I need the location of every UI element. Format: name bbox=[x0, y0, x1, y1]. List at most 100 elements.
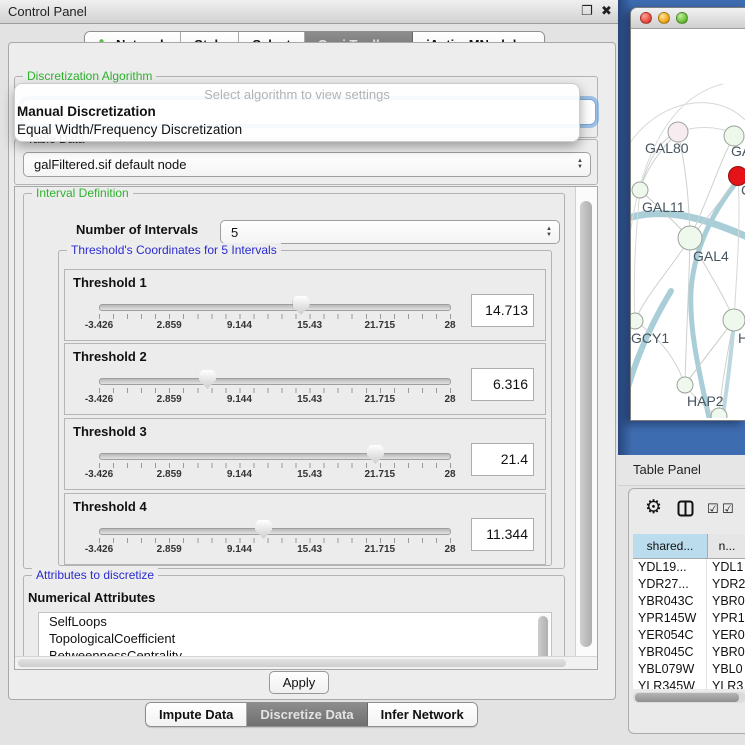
checkbox-icon[interactable]: ☑ bbox=[707, 502, 719, 516]
slider-thumb[interactable] bbox=[255, 520, 272, 539]
attribute-list-item[interactable]: SelfLoops bbox=[39, 613, 551, 630]
network-node-gal11[interactable] bbox=[632, 182, 648, 198]
cell-name: YBR0 bbox=[707, 593, 745, 610]
cell-name: YBL0 bbox=[707, 661, 745, 678]
cell-name: YLR3 bbox=[707, 678, 745, 689]
table-row[interactable]: YBR045CYBR0 bbox=[633, 644, 745, 661]
threshold-label: Threshold 2 bbox=[73, 349, 147, 364]
thresholds-group: Threshold's Coordinates for 5 Intervals … bbox=[58, 250, 552, 566]
tab-label: Infer Network bbox=[381, 703, 464, 726]
table-row[interactable]: YPR145WYPR1 bbox=[633, 610, 745, 627]
network-edge-thick[interactable] bbox=[691, 179, 739, 418]
slider-track[interactable] bbox=[99, 304, 451, 311]
column-header-name[interactable]: n... bbox=[708, 534, 745, 558]
scale-tick-label: 9.144 bbox=[227, 320, 252, 331]
scale-tick-label: -3.426 bbox=[85, 394, 113, 405]
network-edge[interactable] bbox=[634, 190, 640, 321]
gear-icon[interactable]: ⚙ bbox=[645, 497, 662, 519]
algorithm-option[interactable]: Equal Width/Frequency Discretization bbox=[15, 121, 579, 139]
num-intervals-label: Number of Intervals bbox=[76, 222, 198, 237]
tab-label: Discretize Data bbox=[260, 703, 353, 726]
mac-zoom-button[interactable] bbox=[676, 12, 688, 24]
network-node-hap2[interactable] bbox=[677, 377, 693, 393]
cell-name: YBR0 bbox=[707, 644, 745, 661]
scale-tick-label: 9.144 bbox=[227, 544, 252, 555]
network-node-gcy1[interactable] bbox=[631, 313, 643, 329]
split-view-icon[interactable] bbox=[677, 500, 694, 522]
cell-name: YDR2 bbox=[707, 576, 745, 593]
scale-tick-label: 28 bbox=[444, 394, 455, 405]
slider-scale: -3.4262.8599.14415.4321.71528 bbox=[99, 469, 450, 482]
scale-tick-label: 2.859 bbox=[157, 394, 182, 405]
table-panel-titlebar: Table Panel bbox=[618, 455, 745, 486]
scale-tick-label: -3.426 bbox=[85, 544, 113, 555]
scale-tick-label: 9.144 bbox=[227, 469, 252, 480]
cyni-mode-tabs: Impute Data Discretize Data Infer Network bbox=[145, 702, 478, 727]
settings-horizontal-scrollbar[interactable] bbox=[15, 656, 597, 669]
network-node-label: C bbox=[741, 182, 745, 198]
table-row[interactable]: YER054CYER0 bbox=[633, 627, 745, 644]
slider-track[interactable] bbox=[99, 453, 451, 460]
table-row[interactable]: YDL19...YDL1 bbox=[633, 559, 745, 576]
slider-thumb[interactable] bbox=[367, 445, 384, 464]
threshold-value-field[interactable]: 6.316 bbox=[471, 368, 534, 401]
cell-name: YPR1 bbox=[707, 610, 745, 627]
network-node-gal4[interactable] bbox=[678, 226, 702, 250]
tab-label: Impute Data bbox=[159, 703, 233, 726]
tab-infer-network[interactable]: Infer Network bbox=[368, 703, 477, 726]
apply-button[interactable]: Apply bbox=[269, 671, 329, 694]
close-icon[interactable]: ✖ bbox=[601, 3, 612, 19]
slider-track[interactable] bbox=[99, 528, 451, 535]
cell-shared-name: YDR27... bbox=[633, 576, 707, 593]
mac-close-button[interactable] bbox=[640, 12, 652, 24]
threshold-value-field[interactable]: 14.713 bbox=[471, 294, 534, 327]
scale-tick-label: 28 bbox=[444, 544, 455, 555]
cell-shared-name: YPR145W bbox=[633, 610, 707, 627]
network-node-h[interactable] bbox=[723, 309, 745, 331]
table-header-row: shared... n... bbox=[633, 534, 745, 559]
tab-impute-data[interactable]: Impute Data bbox=[146, 703, 247, 726]
threshold-label: Threshold 4 bbox=[73, 499, 147, 514]
node-table[interactable]: shared... n... YDL19...YDL1YDR27...YDR2Y… bbox=[633, 534, 745, 689]
table-panel-title: Table Panel bbox=[633, 462, 701, 477]
table-data-value: galFiltered.sif default node bbox=[24, 157, 577, 172]
cell-shared-name: YBR045C bbox=[633, 644, 707, 661]
column-header-shared[interactable]: shared... bbox=[633, 534, 708, 558]
settings-vertical-scrollbar[interactable] bbox=[575, 187, 597, 657]
control-panel-titlebar: Control Panel ❐ ✖ bbox=[0, 0, 620, 24]
table-row[interactable]: YLR345WYLR3 bbox=[633, 678, 745, 689]
table-row[interactable]: YBR043CYBR0 bbox=[633, 593, 745, 610]
slider-scale: -3.4262.8599.14415.4321.71528 bbox=[99, 320, 450, 333]
scale-tick-label: 15.43 bbox=[297, 320, 322, 331]
checkbox-icon[interactable]: ☑ bbox=[722, 502, 734, 516]
table-horizontal-scrollbar[interactable] bbox=[633, 692, 745, 703]
threshold-label: Threshold 1 bbox=[73, 275, 147, 290]
slider-scale: -3.4262.8599.14415.4321.71528 bbox=[99, 394, 450, 407]
table-row[interactable]: YDR27...YDR2 bbox=[633, 576, 745, 593]
table-data-group: Table Data galFiltered.sif default node … bbox=[14, 139, 598, 185]
cell-name: YDL1 bbox=[707, 559, 745, 576]
algorithm-option[interactable]: Manual Discretization bbox=[15, 103, 579, 121]
network-canvas[interactable]: GAL80GACGAL11GAL4GCY1HHAP2 bbox=[631, 29, 745, 418]
slider-thumb[interactable] bbox=[293, 296, 310, 315]
mac-minimize-button[interactable] bbox=[658, 12, 670, 24]
network-node-label: H bbox=[738, 330, 745, 346]
attribute-list-item[interactable]: TopologicalCoefficient bbox=[39, 630, 551, 647]
num-intervals-combobox[interactable]: 5 ▲▼ bbox=[220, 220, 560, 244]
network-edge[interactable] bbox=[734, 176, 739, 320]
table-data-combobox[interactable]: galFiltered.sif default node ▲▼ bbox=[23, 152, 591, 177]
slider-track[interactable] bbox=[99, 378, 451, 385]
scale-tick-label: -3.426 bbox=[85, 320, 113, 331]
thresholds-title: Threshold's Coordinates for 5 Intervals bbox=[67, 243, 281, 257]
threshold-value-field[interactable]: 21.4 bbox=[471, 443, 534, 476]
table-row[interactable]: YBL079WYBL0 bbox=[633, 661, 745, 678]
scale-tick-label: 21.715 bbox=[365, 394, 396, 405]
cell-shared-name: YLR345W bbox=[633, 678, 707, 689]
algorithm-hint: Select algorithm to view settings bbox=[15, 86, 579, 103]
slider-thumb[interactable] bbox=[199, 370, 216, 389]
num-intervals-value: 5 bbox=[221, 225, 546, 240]
network-node-gal80[interactable] bbox=[668, 122, 688, 142]
tab-discretize-data[interactable]: Discretize Data bbox=[247, 703, 367, 726]
threshold-value-field[interactable]: 11.344 bbox=[471, 518, 534, 551]
float-window-icon[interactable]: ❐ bbox=[581, 3, 593, 19]
